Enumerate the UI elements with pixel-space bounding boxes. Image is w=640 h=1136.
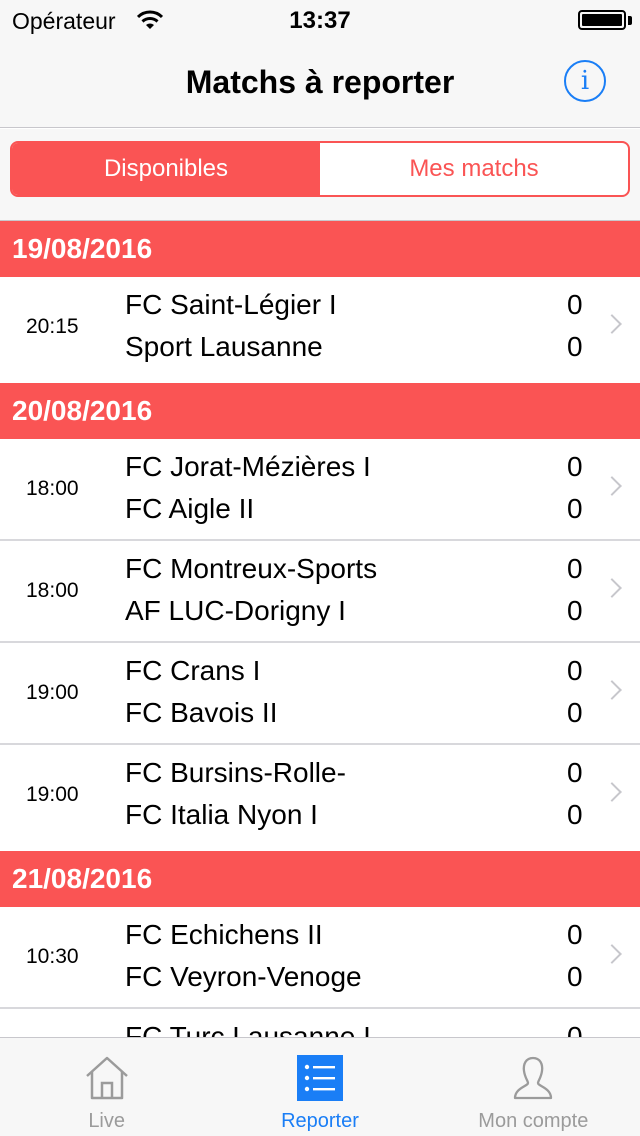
chevron-right-icon: [602, 680, 622, 700]
away-score: 0: [567, 961, 583, 992]
chevron-right-icon: [602, 782, 622, 802]
segment-my-matches[interactable]: Mes matchs: [320, 143, 628, 195]
info-icon[interactable]: i: [564, 60, 606, 102]
match-row[interactable]: 18:00 FC Montreux-Sports AF LUC-Dorigny …: [0, 541, 640, 643]
tab-label: Mon compte: [478, 1110, 589, 1132]
segmented-control: Disponibles Mes matchs: [10, 141, 630, 197]
match-row[interactable]: 19:00 FC Crans I FC Bavois II 0 0: [0, 643, 640, 745]
section-header-date: 20/08/2016: [0, 383, 640, 439]
match-time: 18:00: [26, 477, 79, 500]
home-score: 0: [567, 1021, 583, 1037]
match-row[interactable]: 20:15 FC Saint-Légier I Sport Lausanne 0…: [0, 277, 640, 383]
match-row[interactable]: 19:00 FC Bursins-Rolle- FC Italia Nyon I…: [0, 745, 640, 851]
person-icon: [514, 1056, 553, 1100]
home-team: FC Montreux-Sports: [125, 553, 378, 584]
tab-my-account[interactable]: Mon compte: [427, 1038, 640, 1136]
away-score: 0: [567, 331, 583, 362]
away-team: FC Veyron-Venoge: [125, 961, 362, 992]
match-row[interactable]: FC Turc Lausanne I 0: [0, 1009, 640, 1037]
away-team: Sport Lausanne: [125, 331, 323, 362]
home-score: 0: [567, 655, 583, 686]
battery-tip: [628, 16, 632, 25]
home-score: 0: [567, 553, 583, 584]
match-time: 19:00: [26, 783, 79, 806]
home-team: FC Jorat-Mézières I: [125, 451, 371, 482]
section-header-date: 19/08/2016: [0, 221, 640, 277]
tab-label: Reporter: [281, 1110, 359, 1132]
away-score: 0: [567, 799, 583, 830]
match-row[interactable]: 18:00 FC Jorat-Mézières I FC Aigle II 0 …: [0, 439, 640, 541]
home-team: FC Turc Lausanne I: [125, 1021, 371, 1037]
matches-list[interactable]: 19/08/2016 20:15 FC Saint-Légier I Sport…: [0, 221, 640, 1037]
navigation-bar: Matchs à reporter i: [0, 40, 640, 128]
battery-icon: [578, 10, 626, 30]
match-time: 18:00: [26, 579, 79, 602]
away-score: 0: [567, 493, 583, 524]
house-icon: [85, 1056, 128, 1100]
tab-live[interactable]: Live: [0, 1038, 213, 1136]
away-team: FC Italia Nyon I: [125, 799, 318, 830]
home-team: FC Echichens II: [125, 919, 323, 950]
home-score: 0: [567, 289, 583, 320]
away-team: FC Bavois II: [125, 697, 278, 728]
match-time: 19:00: [26, 681, 79, 704]
tab-bar: Live Reporter Mon compte: [0, 1037, 640, 1136]
match-time: 20:15: [26, 315, 79, 338]
home-team: FC Saint-Légier I: [125, 289, 337, 320]
away-score: 0: [567, 697, 583, 728]
page-title: Matchs à reporter: [185, 64, 455, 100]
match-row[interactable]: 10:30 FC Echichens II FC Veyron-Venoge 0…: [0, 907, 640, 1009]
home-score: 0: [567, 451, 583, 482]
segment-available[interactable]: Disponibles: [12, 143, 320, 195]
chevron-right-icon: [602, 476, 622, 496]
list-icon: [296, 1055, 343, 1101]
home-team: FC Crans I: [125, 655, 261, 686]
chevron-right-icon: [602, 578, 622, 598]
home-team: FC Bursins-Rolle-: [125, 757, 346, 788]
tab-label: Live: [88, 1110, 126, 1132]
home-score: 0: [567, 919, 583, 950]
status-bar: Opérateur 13:37: [0, 0, 640, 40]
section-header-date: 21/08/2016: [0, 851, 640, 907]
tab-reporter[interactable]: Reporter: [213, 1038, 426, 1136]
status-time: 13:37: [289, 7, 351, 34]
away-team: FC Aigle II: [125, 493, 255, 524]
chevron-right-icon: [602, 944, 622, 964]
away-team: AF LUC-Dorigny I: [125, 595, 346, 626]
segment-bar: Disponibles Mes matchs: [0, 129, 640, 221]
home-score: 0: [567, 757, 583, 788]
match-time: 10:30: [26, 945, 79, 968]
chevron-right-icon: [602, 314, 622, 334]
away-score: 0: [567, 595, 583, 626]
